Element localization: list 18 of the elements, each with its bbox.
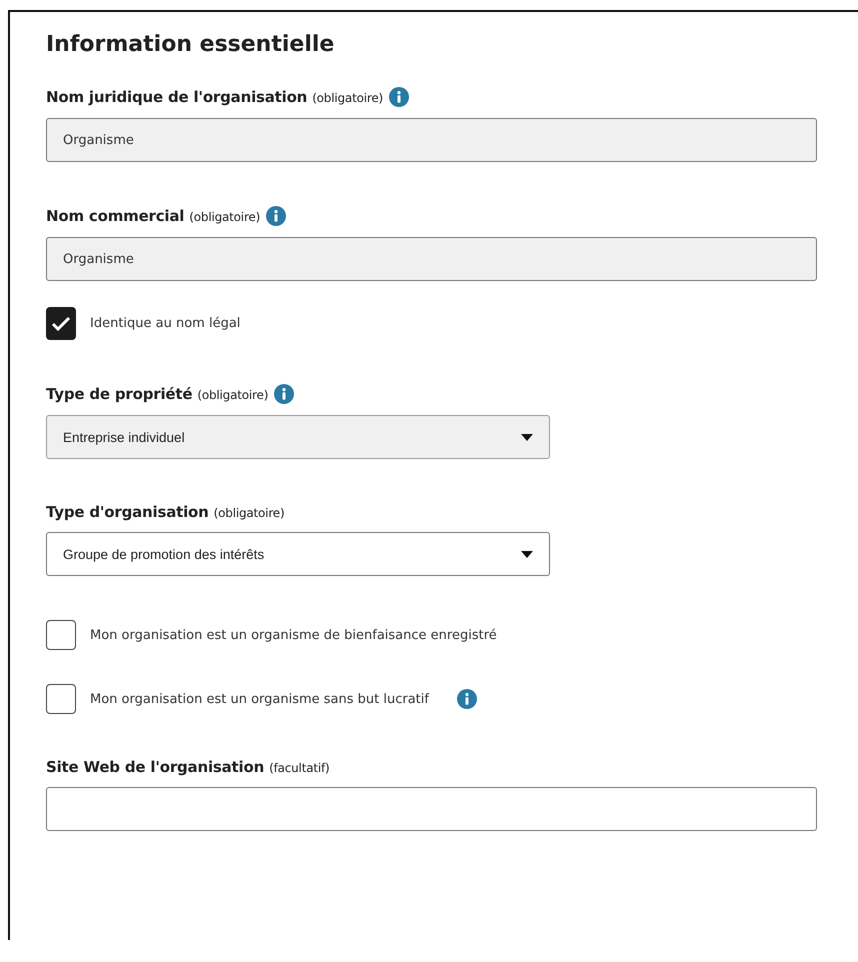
field-label: Nom commercial (obligatoire) <box>46 207 260 225</box>
text-field[interactable] <box>46 787 817 831</box>
field-label: Nom juridique de l'organisation (obligatoire) <box>46 88 383 106</box>
checkbox[interactable] <box>46 307 76 340</box>
info-icon[interactable] <box>456 689 477 709</box>
checkbox-label: Identique au nom légal <box>90 316 240 331</box>
checkbox-label: Mon organisation est un organisme sans but lucratif <box>90 692 429 706</box>
field-label: Site Web de l'organisation (facultatif) <box>46 758 330 776</box>
field-label: Type de propriété (obligatoire) <box>46 385 268 403</box>
checkmark-icon <box>51 316 71 332</box>
field-label: Type d'organisation (obligatoire) <box>46 503 284 521</box>
caret-icon <box>521 434 533 440</box>
dropdown[interactable]: Groupe de promotion des intérêts <box>46 532 550 576</box>
caret-icon <box>521 550 533 558</box>
checkbox[interactable] <box>46 684 76 714</box>
checkbox[interactable] <box>46 620 76 650</box>
section-heading: Information essentielle <box>46 32 336 57</box>
checkbox-label: Mon organisation est un organisme de bienfaisance enregistré <box>90 628 497 642</box>
